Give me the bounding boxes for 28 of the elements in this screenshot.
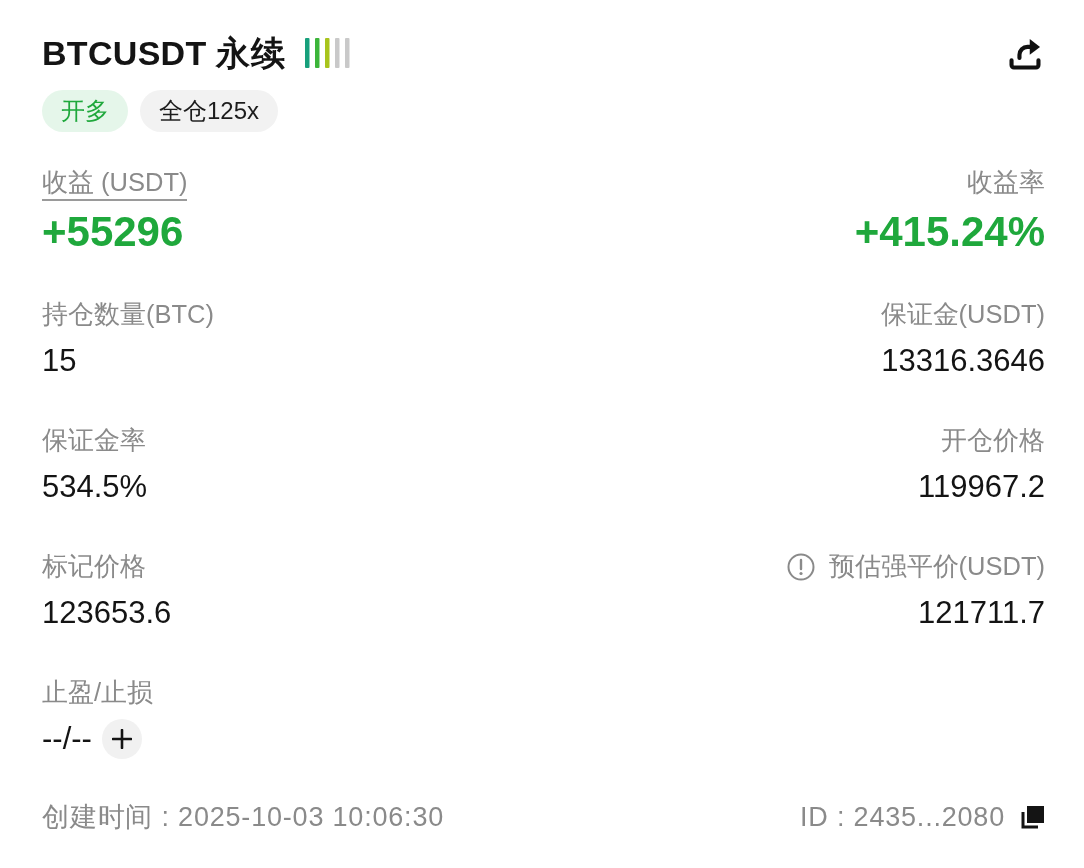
metric-label: 标记价格 (42, 551, 146, 582)
plus-icon (111, 729, 132, 749)
profit-value: +55296 (42, 209, 184, 255)
metric-value: 121711.7 (918, 594, 1045, 632)
metric-value: 119967.2 (918, 468, 1045, 506)
copy-button[interactable] (1021, 805, 1045, 829)
profit-value: +415.24% (854, 209, 1045, 255)
add-button[interactable] (101, 719, 142, 759)
metric-label: 收益率 (967, 167, 1045, 198)
metric-value: 13316.3646 (881, 342, 1045, 380)
created-time: 创建时间 : 2025-10-03 10:06:30 (42, 801, 445, 834)
metric-label: 保证金率 (42, 425, 146, 456)
copy-icon (1021, 805, 1045, 829)
metric-label: 开仓价格 (941, 425, 1045, 456)
metric-value: --/-- (42, 720, 92, 758)
metric-label[interactable]: 收益 (USDT) (42, 165, 188, 201)
metric-label: 止盈/止损 (42, 677, 154, 708)
order-id: ID : 2435...2080 (800, 801, 1005, 834)
metric-value: 123653.6 (42, 594, 172, 632)
signal-bars-icon (304, 38, 350, 68)
metric-value: 534.5% (42, 468, 148, 506)
metric-label: 预估强平价(USDT) (828, 551, 1045, 582)
position-side-tag: 开多 (42, 90, 128, 132)
margin-mode-tag: 全仓125x (140, 90, 279, 132)
metric-label: 持仓数量(BTC) (42, 299, 214, 330)
metric-value: 15 (42, 342, 77, 380)
contract-title: BTCUSDT 永续 (42, 33, 285, 74)
metric-label: 保证金(USDT) (880, 299, 1045, 330)
